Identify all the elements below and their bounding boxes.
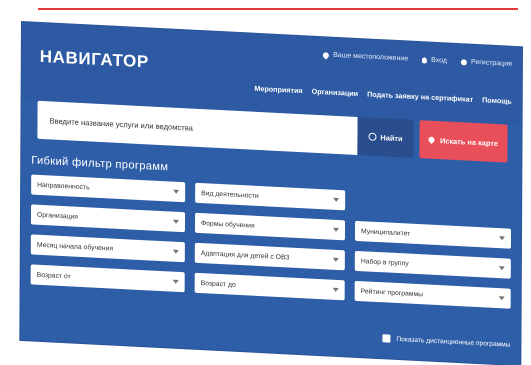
location-link[interactable]: Ваше местоположение <box>321 50 409 63</box>
topbar: Ваше местоположение Вход Регистрация <box>321 50 512 68</box>
find-button[interactable]: Найти <box>357 116 414 158</box>
nav-certificate[interactable]: Подать заявку на сертификат <box>367 89 473 103</box>
filter-study-form[interactable]: Формы обучения <box>194 212 346 241</box>
chevron-down-icon <box>173 189 180 194</box>
location-pin-icon <box>321 50 331 60</box>
field-label: Месяц начала обучения <box>36 241 114 253</box>
search-placeholder: Введите название услуги или ведомства <box>49 115 193 133</box>
search-icon <box>368 132 377 141</box>
chevron-down-icon <box>332 227 340 233</box>
field-label: Рейтинг программы <box>360 287 424 298</box>
filter-rating[interactable]: Рейтинг программы <box>354 280 511 309</box>
filter-grid: Направленность Вид деятельности Организа… <box>30 174 512 309</box>
user-icon <box>422 56 428 64</box>
field-label: Муниципалитет <box>360 227 411 238</box>
nav-help[interactable]: Помощь <box>482 95 512 105</box>
field-label: Формы обучения <box>200 219 255 230</box>
chevron-down-icon <box>498 236 505 241</box>
map-pin-icon <box>427 135 437 145</box>
chevron-down-icon <box>333 197 340 203</box>
field-label: Адаптация для детей с ОВЗ <box>200 249 290 262</box>
main-nav: Мероприятия Организации Подать заявку на… <box>254 84 511 106</box>
field-label: Направленность <box>37 181 90 191</box>
find-label: Найти <box>380 132 403 143</box>
filter-group-enrollment[interactable]: Набор в группу <box>354 250 511 279</box>
nav-organizations[interactable]: Организации <box>312 87 359 98</box>
top-red-line <box>38 8 518 10</box>
register-label: Регистрация <box>470 58 512 68</box>
field-label: Возраст до <box>200 279 236 289</box>
nav-events[interactable]: Мероприятия <box>254 84 302 95</box>
filter-activity-type[interactable]: Вид деятельности <box>195 182 346 211</box>
filter-age-from[interactable]: Возраст от <box>30 264 185 293</box>
remote-label: Показать дистанционные программы <box>396 335 511 349</box>
field-label: Возраст от <box>36 271 71 280</box>
chevron-down-icon <box>498 296 505 301</box>
remote-programs-toggle[interactable]: Показать дистанционные программы <box>382 334 510 348</box>
filter-title: Гибкий фильтр программ <box>31 154 169 174</box>
login-label: Вход <box>431 56 447 65</box>
filter-municipality[interactable]: Муниципалитет <box>354 220 512 249</box>
filter-direction[interactable]: Направленность <box>31 174 186 203</box>
chevron-down-icon <box>332 287 339 293</box>
filter-ovz-adaptation[interactable]: Адаптация для детей с ОВЗ <box>194 242 345 271</box>
remote-checkbox[interactable] <box>382 334 391 343</box>
location-label: Ваше местоположение <box>333 51 409 63</box>
field-label: Организация <box>36 211 79 221</box>
account-circle-icon <box>460 58 467 66</box>
filter-age-to[interactable]: Возраст до <box>194 272 345 301</box>
register-link[interactable]: Регистрация <box>460 58 512 68</box>
chevron-down-icon <box>172 279 179 284</box>
chevron-down-icon <box>172 219 180 224</box>
logo: НАВИГАТОР <box>39 46 149 72</box>
filter-start-month[interactable]: Месяц начала обучения <box>30 234 185 263</box>
login-link[interactable]: Вход <box>422 56 447 65</box>
chevron-down-icon <box>498 266 505 271</box>
map-button[interactable]: Искать на карте <box>419 120 508 163</box>
navigator-page: НАВИГАТОР Ваше местоположение Вход Регис… <box>20 22 522 365</box>
field-label: Набор в группу <box>360 257 409 268</box>
field-label: Вид деятельности <box>201 189 259 200</box>
chevron-down-icon <box>172 249 179 254</box>
chevron-down-icon <box>332 257 339 263</box>
filter-organization[interactable]: Организация <box>30 204 186 233</box>
map-label: Искать на карте <box>439 135 499 148</box>
